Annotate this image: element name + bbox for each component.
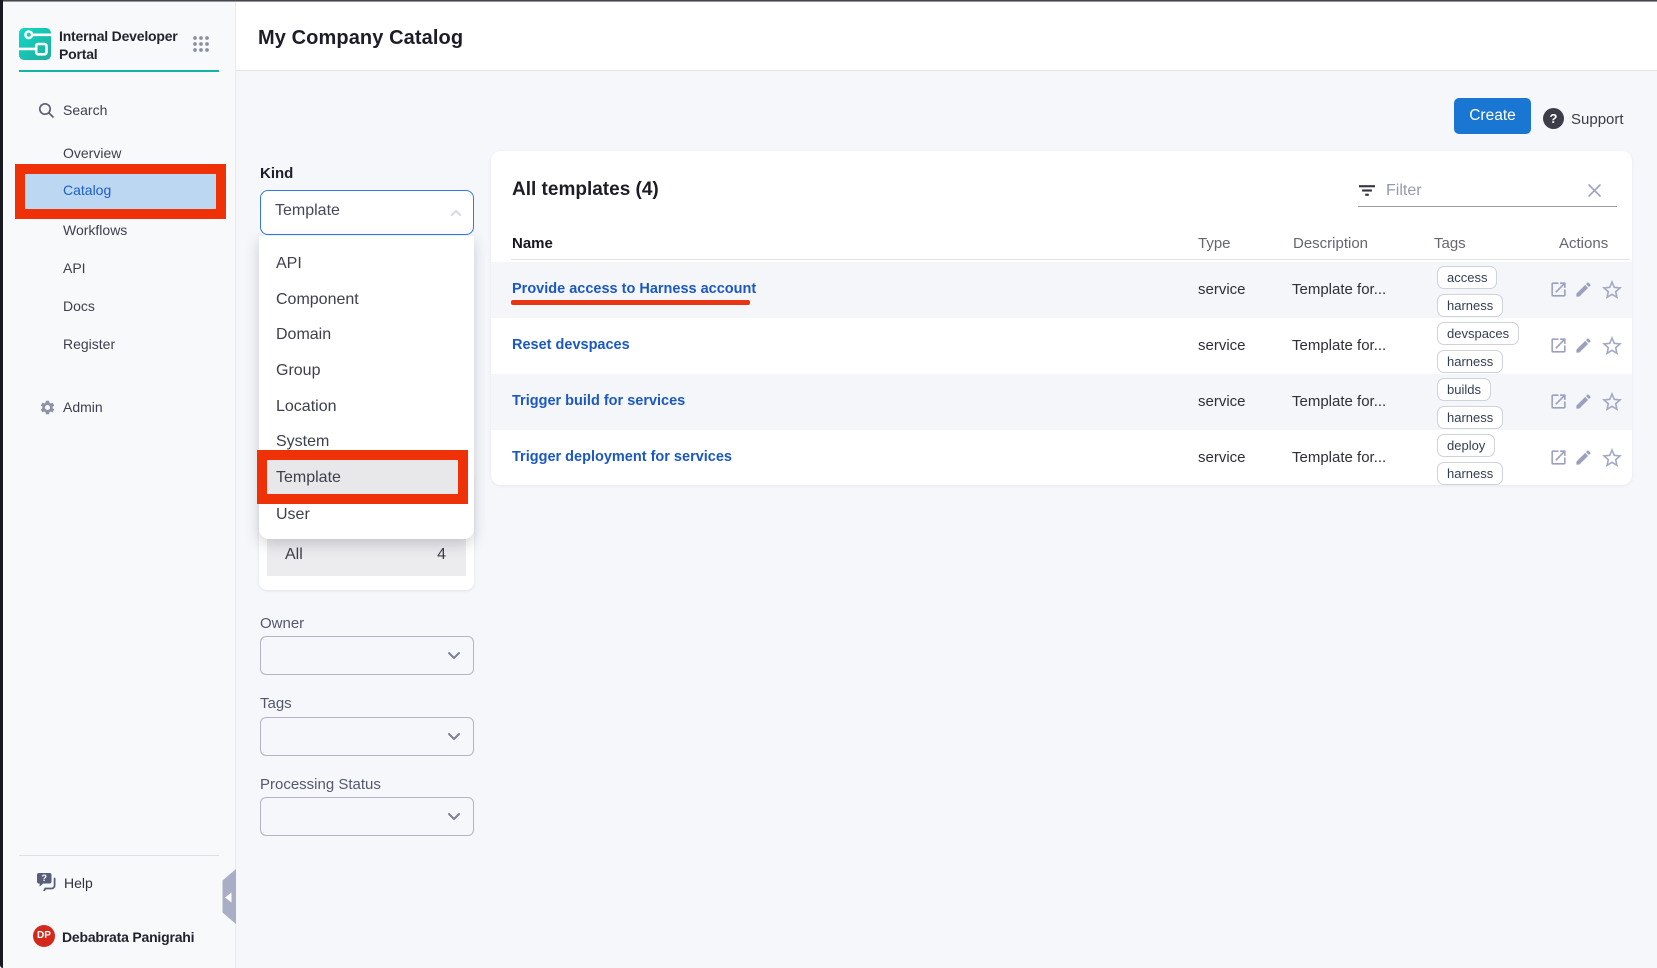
svg-text:?: ? (41, 873, 47, 883)
